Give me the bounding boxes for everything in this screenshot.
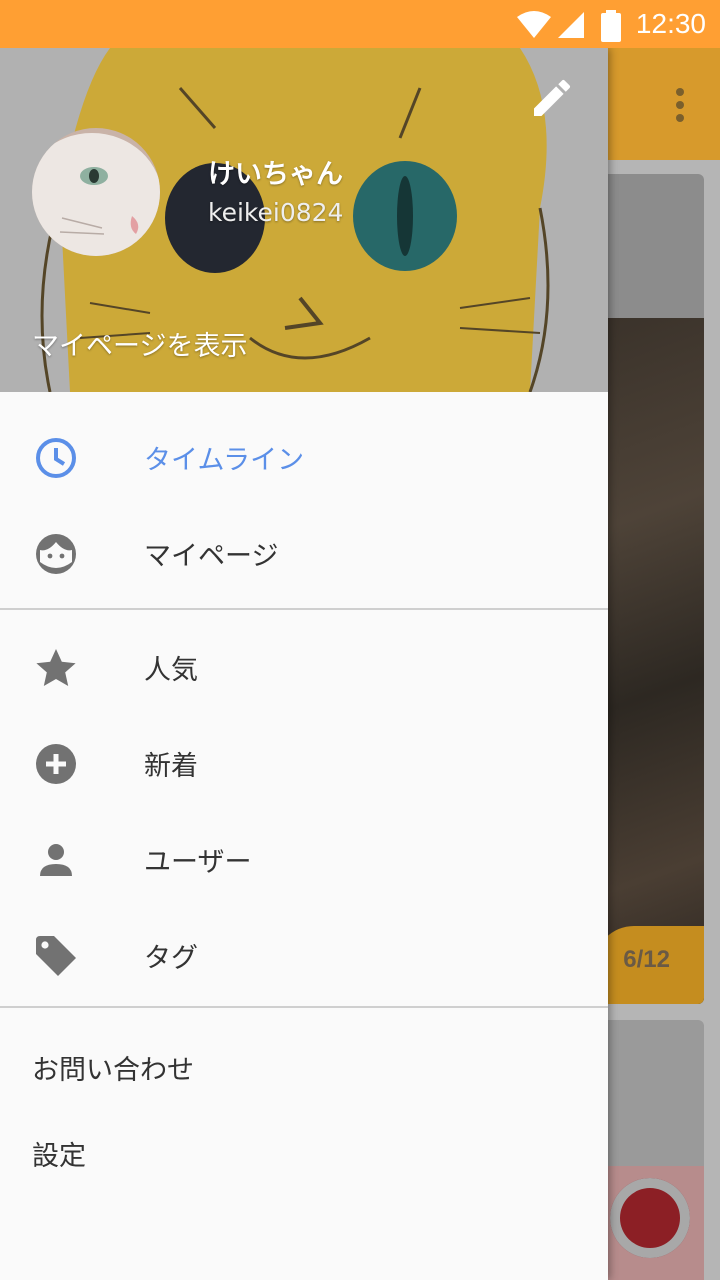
nav-item-label: タグ xyxy=(144,943,198,974)
edit-pencil-icon[interactable] xyxy=(528,74,576,122)
nav-item-timeline[interactable]: タイムライン xyxy=(0,410,608,506)
nav-item-label: タイムライン xyxy=(144,445,305,476)
divider xyxy=(0,1006,608,1008)
add-circle-icon xyxy=(36,744,76,784)
battery-icon xyxy=(601,10,621,42)
navigation-drawer: けいちゃん keikei0824 マイページを表示 タイムライン マイページ 人… xyxy=(0,48,608,1280)
clock-icon xyxy=(36,438,76,478)
contact-link[interactable]: お問い合わせ xyxy=(32,1048,194,1087)
flower-image xyxy=(610,1178,690,1258)
nav-item-users[interactable]: ユーザー xyxy=(0,812,608,908)
clock-time: 12:30 xyxy=(635,8,706,39)
status-bar: 12:30 xyxy=(0,0,720,48)
user-id: keikei0824 xyxy=(208,198,344,227)
face-icon xyxy=(36,534,76,574)
cell-signal-icon xyxy=(558,12,584,38)
nav-item-label: ユーザー xyxy=(144,847,252,878)
nav-item-new[interactable]: 新着 xyxy=(0,716,608,812)
tag-icon xyxy=(36,936,76,976)
overflow-menu-icon xyxy=(676,88,684,127)
nav-item-label: 新着 xyxy=(144,751,198,782)
avatar[interactable] xyxy=(32,128,160,256)
nav-item-label: マイページ xyxy=(144,541,279,572)
settings-link[interactable]: 設定 xyxy=(32,1134,86,1173)
star-icon xyxy=(36,649,76,686)
divider xyxy=(0,608,608,610)
nav-item-tags[interactable]: タグ xyxy=(0,908,608,1004)
person-icon xyxy=(40,844,72,876)
drawer-header[interactable]: けいちゃん keikei0824 マイページを表示 xyxy=(0,48,608,392)
view-mypage-link[interactable]: マイページを表示 xyxy=(32,324,247,363)
nav-item-mypage[interactable]: マイページ xyxy=(0,506,608,602)
image-counter: 6/12 xyxy=(623,946,670,973)
wifi-icon xyxy=(517,11,551,38)
nav-item-popular[interactable]: 人気 xyxy=(0,620,608,716)
nav-item-label: 人気 xyxy=(144,655,198,686)
cat-photo-icon xyxy=(32,128,160,256)
user-display-name: けいちゃん xyxy=(208,159,343,190)
